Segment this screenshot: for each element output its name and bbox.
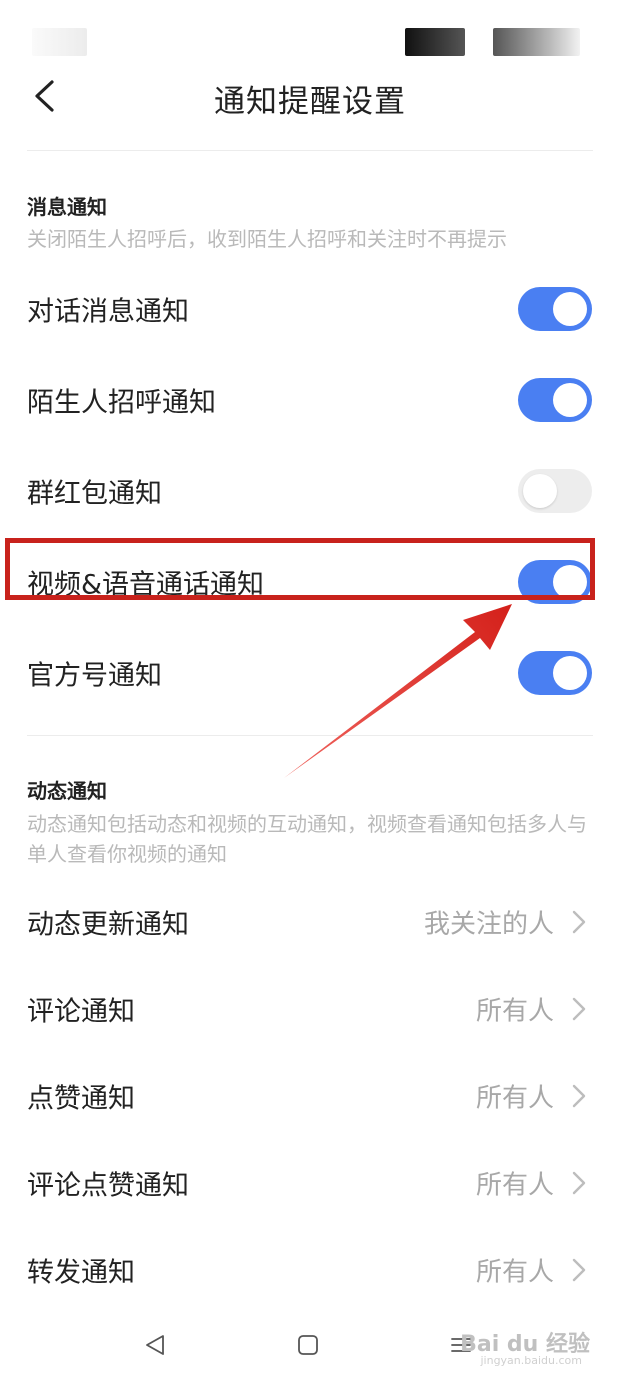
watermark-url: jingyan.baidu.com	[480, 1354, 582, 1367]
setting-row-comment-like[interactable]: 评论点赞通知 所有人	[0, 1138, 620, 1228]
setting-label: 点赞通知	[27, 1083, 135, 1115]
setting-label: 动态更新通知	[27, 909, 189, 941]
chevron-right-icon	[572, 910, 586, 934]
setting-label: 转发通知	[27, 1257, 135, 1289]
chevron-right-icon	[572, 997, 586, 1021]
setting-label: 评论点赞通知	[27, 1170, 189, 1202]
setting-row-comment[interactable]: 评论通知 所有人	[0, 964, 620, 1054]
back-triangle-icon	[146, 1335, 164, 1355]
setting-value: 我关注的人	[423, 909, 554, 940]
home-square-icon	[298, 1335, 318, 1355]
system-nav-bar: Bai du 经验 jingyan.baidu.com	[0, 1300, 620, 1386]
setting-row-dynamic-update[interactable]: 动态更新通知 我关注的人	[0, 877, 620, 967]
setting-value: 所有人	[475, 996, 554, 1027]
setting-value: 所有人	[475, 1257, 554, 1288]
red-arrow-annotation	[284, 604, 512, 778]
chevron-right-icon	[572, 1258, 586, 1282]
setting-value: 所有人	[475, 1083, 554, 1114]
section-description-dynamic: 动态通知包括动态和视频的互动通知，视频查看通知包括多人与单人查看你视频的通知	[27, 812, 587, 866]
chevron-right-icon	[572, 1171, 586, 1195]
nav-home-button[interactable]	[293, 1330, 323, 1360]
setting-label: 评论通知	[27, 996, 135, 1028]
setting-value: 所有人	[475, 1170, 554, 1201]
chevron-right-icon	[572, 1084, 586, 1108]
nav-back-button[interactable]	[140, 1330, 170, 1360]
setting-row-like[interactable]: 点赞通知 所有人	[0, 1051, 620, 1141]
